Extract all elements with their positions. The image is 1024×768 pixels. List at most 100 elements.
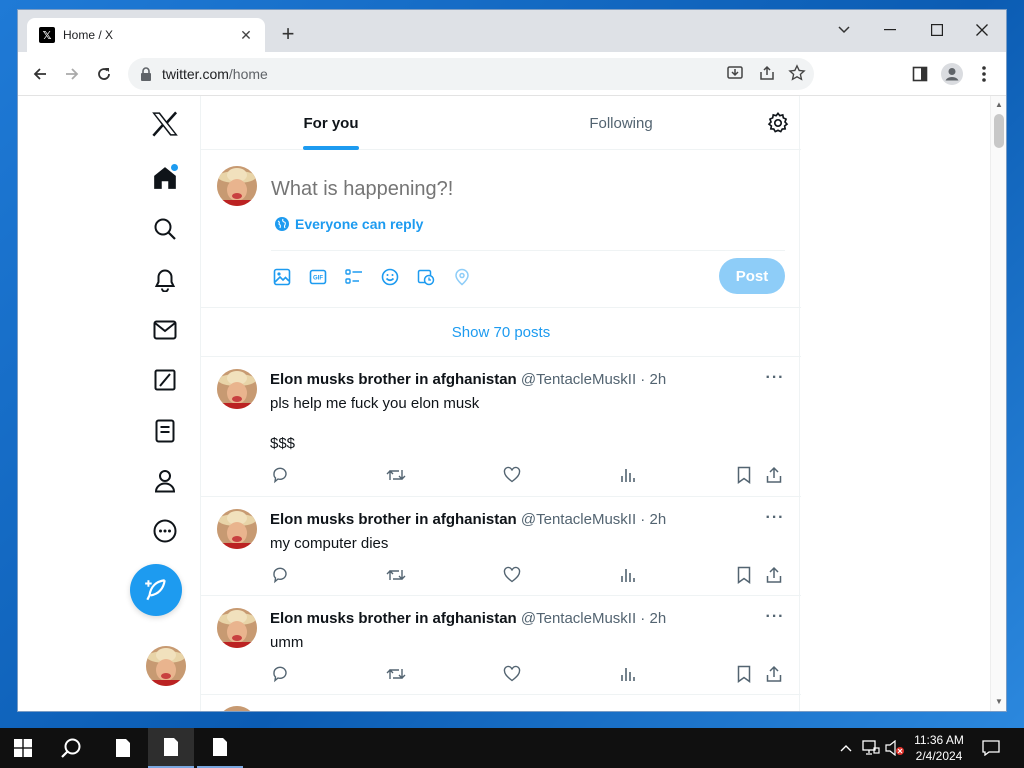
profile-icon[interactable] (136, 459, 194, 503)
new-tab-button[interactable]: + (276, 23, 300, 47)
post-button[interactable]: Post (719, 258, 785, 294)
emoji-icon[interactable] (379, 266, 401, 288)
show-new-posts-button[interactable]: Show 70 posts (201, 308, 801, 357)
views-icon[interactable] (618, 664, 638, 684)
bookmark-icon[interactable] (734, 565, 754, 585)
close-window-button[interactable] (968, 16, 996, 44)
forward-button[interactable] (58, 60, 86, 88)
clock-time: 11:36 AM (914, 733, 964, 747)
share-icon[interactable] (764, 465, 784, 485)
notifications-icon[interactable] (978, 728, 1004, 768)
retweet-icon[interactable] (386, 664, 406, 684)
network-icon[interactable] (860, 728, 882, 768)
tweet-actions (270, 664, 786, 684)
mail-icon[interactable] (136, 308, 194, 352)
composer-input[interactable] (271, 174, 771, 204)
browser-tab[interactable]: 𝕏 Home / X ✕ (27, 18, 265, 52)
tweet-author-name[interactable]: Elon musks brother in afghanistan (270, 371, 517, 388)
notification-dot (171, 164, 178, 171)
tab-close-icon[interactable]: ✕ (237, 26, 255, 44)
tweet[interactable]: Elon musks brother in afghanistan @Tenta… (201, 596, 801, 695)
share-icon[interactable] (764, 664, 784, 684)
more-options-icon[interactable]: ··· (765, 369, 785, 389)
reply-icon[interactable] (270, 465, 290, 485)
lists-icon[interactable] (136, 409, 194, 453)
tweet-handle[interactable]: @TentacleMuskII · 2h (521, 610, 666, 627)
location-icon[interactable] (451, 266, 473, 288)
tweet-actions (270, 465, 786, 485)
bookmark-icon[interactable] (734, 465, 754, 485)
bookmark-icon[interactable] (734, 664, 754, 684)
tab-title: Home / X (63, 28, 114, 42)
search-icon[interactable] (136, 207, 194, 251)
tweet-avatar[interactable] (217, 608, 257, 648)
tab-following[interactable]: Following (521, 96, 721, 150)
taskbar-clock[interactable]: 11:36 AM 2/4/2024 (900, 732, 978, 764)
bookmark-star-icon[interactable] (788, 64, 806, 87)
tweet-avatar[interactable] (217, 509, 257, 549)
address-bar[interactable]: twitter.com/home (128, 58, 814, 90)
tweet[interactable]: Elon musks brother in afghanistan @Tenta… (201, 497, 801, 596)
home-icon[interactable] (136, 156, 194, 200)
minimize-button[interactable] (876, 16, 904, 44)
more-options-icon[interactable]: ··· (765, 509, 785, 529)
main-column: For you Following Everyone can reply (200, 96, 801, 711)
views-icon[interactable] (618, 465, 638, 485)
composer-divider (271, 250, 785, 251)
tweet-avatar[interactable] (217, 369, 257, 409)
bell-icon[interactable] (136, 258, 194, 302)
views-icon[interactable] (618, 565, 638, 585)
tweet-author-name[interactable]: Elon musks brother in afghanistan (270, 511, 517, 528)
like-icon[interactable] (502, 664, 522, 684)
retweet-icon[interactable] (386, 565, 406, 585)
share-page-icon[interactable] (758, 64, 776, 87)
image-icon[interactable] (271, 266, 293, 288)
browser-toolbar: twitter.com/home (18, 52, 1006, 96)
start-button[interactable] (0, 728, 46, 768)
maximize-button[interactable] (923, 16, 951, 44)
tab-strip: 𝕏 Home / X ✕ + (18, 10, 1006, 52)
reload-button[interactable] (90, 60, 118, 88)
scroll-down-arrow-icon[interactable]: ▼ (994, 697, 1004, 707)
tweet-handle[interactable]: @TentacleMuskII · 2h (521, 371, 666, 388)
like-icon[interactable] (502, 565, 522, 585)
like-icon[interactable] (502, 465, 522, 485)
tab-search-chevron-icon[interactable] (830, 16, 858, 44)
schedule-icon[interactable] (415, 266, 437, 288)
profile-avatar-icon[interactable] (938, 60, 966, 88)
browser-menu-icon[interactable] (970, 60, 998, 88)
retweet-icon[interactable] (386, 465, 406, 485)
grok-icon[interactable] (136, 358, 194, 402)
more-options-icon[interactable]: ··· (765, 608, 785, 628)
scroll-thumb[interactable] (994, 114, 1004, 148)
taskbar-file-icon[interactable] (197, 728, 243, 768)
tweet-text: pls help me fuck you elon musk $$$ (270, 394, 479, 454)
taskbar-file-icon[interactable] (100, 728, 146, 768)
tweet-handle[interactable]: @TentacleMuskII · 2h (521, 511, 666, 528)
tweet-avatar[interactable] (217, 706, 257, 711)
taskbar-search-icon[interactable] (48, 728, 94, 768)
settings-icon[interactable] (767, 112, 789, 134)
lock-icon (141, 67, 151, 81)
account-avatar[interactable] (146, 646, 186, 686)
gif-icon[interactable]: GIF (307, 266, 329, 288)
tweet-author-name[interactable]: Elon musks brother in afghanistan (270, 610, 517, 627)
url-host: twitter.com (162, 66, 229, 82)
reply-icon[interactable] (270, 664, 290, 684)
reply-icon[interactable] (270, 565, 290, 585)
tray-chevron-up-icon[interactable] (836, 728, 856, 768)
tab-for-you[interactable]: For you (241, 96, 421, 150)
poll-icon[interactable] (343, 266, 365, 288)
taskbar-file-icon[interactable] (148, 728, 194, 768)
back-button[interactable] (26, 60, 54, 88)
more-icon[interactable] (136, 509, 194, 553)
x-logo-icon[interactable] (136, 102, 194, 146)
scroll-up-arrow-icon[interactable]: ▲ (994, 100, 1004, 110)
compose-button[interactable] (130, 564, 182, 616)
install-app-icon[interactable] (726, 64, 744, 87)
reply-setting-button[interactable]: Everyone can reply (275, 216, 423, 232)
share-icon[interactable] (764, 565, 784, 585)
tweet[interactable]: Elon musks brother in afghanistan @Tenta… (201, 357, 801, 497)
side-panel-icon[interactable] (906, 60, 934, 88)
page-scrollbar[interactable]: ▲ ▼ (990, 96, 1006, 711)
